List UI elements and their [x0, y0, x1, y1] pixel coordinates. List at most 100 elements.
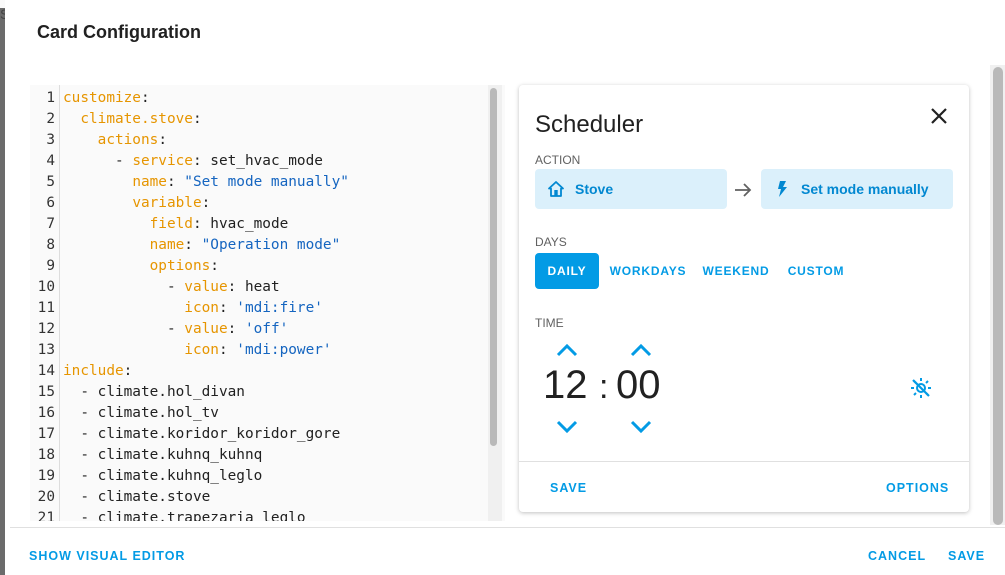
code-text: actions: [97, 132, 167, 148]
save-button[interactable]: SAVE [948, 549, 985, 563]
service-chip-label: Set mode manually [801, 181, 929, 197]
code-line[interactable]: 1 customize: [30, 88, 490, 109]
line-number: 20 [37, 489, 55, 505]
code-text: - climate.koridor_koridor_gore [63, 426, 341, 442]
yaml-key: options [149, 258, 211, 274]
code-line[interactable]: 20 - climate.stove [30, 487, 490, 508]
yaml-value: climate.hol_divan [97, 384, 245, 400]
show-visual-editor-button[interactable]: SHOW VISUAL EDITOR [29, 549, 185, 563]
line-number: 15 [37, 384, 55, 400]
yaml-value: climate.kuhnq_kuhnq [97, 447, 263, 463]
day-option-custom[interactable]: CUSTOM [781, 253, 851, 289]
hour-up-chevron-icon[interactable] [555, 342, 579, 358]
yaml-value: "Set mode manually" [184, 174, 349, 190]
yaml-key: value [184, 321, 228, 337]
code-line[interactable]: 18 - climate.kuhnq_kuhnq [30, 445, 490, 466]
yaml-value: climate.trapezaria_leglo [97, 510, 306, 521]
card-options-button[interactable]: OPTIONS [886, 481, 949, 495]
line-number: 5 [46, 174, 55, 190]
editor-scrollbar-thumb[interactable] [490, 88, 497, 446]
close-button[interactable] [924, 101, 954, 131]
day-option-weekend[interactable]: WEEKEND [699, 253, 773, 289]
dialog-footer-divider [10, 527, 1005, 528]
code-text: field: hvac_mode [149, 216, 289, 232]
cancel-button[interactable]: CANCEL [868, 549, 926, 563]
line-number: 1 [46, 90, 55, 106]
action-section-label: ACTION [535, 153, 581, 167]
code-line[interactable]: 3 actions: [30, 130, 490, 151]
code-line[interactable]: 6 variable: [30, 193, 490, 214]
code-line[interactable]: 2 climate.stove: [30, 109, 490, 130]
code-text: - service: set_hvac_mode [63, 153, 323, 169]
entity-chip-stove[interactable]: Stove [535, 169, 727, 209]
day-option-workdays[interactable]: WORKDAYS [607, 253, 689, 289]
yaml-value: set_hvac_mode [210, 153, 323, 169]
code-line[interactable]: 14 include: [30, 361, 490, 382]
line-number: 3 [46, 132, 55, 148]
days-section-label: DAYS [535, 235, 567, 249]
yaml-key: field [149, 216, 193, 232]
yaml-value: "Operation mode" [201, 237, 341, 253]
code-line[interactable]: 13 icon: 'mdi:power' [30, 340, 490, 361]
line-number: 18 [37, 447, 55, 463]
day-option-daily[interactable]: DAILY [535, 253, 599, 289]
yaml-value: hvac_mode [210, 216, 289, 232]
service-chip-set-mode-manually[interactable]: Set mode manually [761, 169, 953, 209]
code-text: - climate.kuhnq_leglo [63, 468, 263, 484]
code-line[interactable]: 8 name: "Operation mode" [30, 235, 490, 256]
yaml-key: climate.stove [80, 111, 193, 127]
line-number: 7 [46, 216, 55, 232]
code-text: name: "Set mode manually" [132, 174, 349, 190]
minute-down-chevron-icon[interactable] [629, 419, 653, 435]
line-number: 9 [46, 258, 55, 274]
code-text: include: [63, 363, 133, 379]
code-line[interactable]: 7 field: hvac_mode [30, 214, 490, 235]
code-text: - climate.stove [63, 489, 211, 505]
card-save-button[interactable]: SAVE [550, 481, 587, 495]
yaml-key: icon [184, 300, 219, 316]
code-text: - climate.trapezaria_leglo [63, 508, 306, 521]
code-line[interactable]: 11 icon: 'mdi:fire' [30, 298, 490, 319]
entity-chip-label: Stove [575, 181, 614, 197]
yaml-key: actions [97, 132, 159, 148]
code-line[interactable]: 16 - climate.hol_tv [30, 403, 490, 424]
line-number: 19 [37, 468, 55, 484]
line-number: 4 [46, 153, 55, 169]
time-separator: : [599, 368, 609, 406]
code-text: - value: heat [63, 279, 280, 295]
code-line[interactable]: 15 - climate.hol_divan [30, 382, 490, 403]
code-text: variable: [132, 195, 211, 211]
sun-off-icon[interactable] [910, 377, 932, 399]
yaml-key: name [149, 237, 185, 253]
code-text: - climate.kuhnq_kuhnq [63, 447, 263, 463]
hour-down-chevron-icon[interactable] [555, 419, 579, 435]
minute-value[interactable]: 00 [616, 361, 661, 409]
code-line[interactable]: 19 - climate.kuhnq_leglo [30, 466, 490, 487]
yaml-value: climate.stove [97, 489, 211, 505]
home-outline-icon [548, 181, 564, 197]
line-number: 13 [37, 342, 55, 358]
code-line[interactable]: 17 - climate.koridor_koridor_gore [30, 424, 490, 445]
code-line[interactable]: 21 - climate.trapezaria_leglo [30, 508, 490, 521]
code-line[interactable]: 10 - value: heat [30, 277, 490, 298]
hour-value[interactable]: 12 [543, 361, 588, 409]
code-text: climate.stove: [80, 111, 202, 127]
line-number: 16 [37, 405, 55, 421]
yaml-value: 'mdi:fire' [236, 300, 323, 316]
code-line[interactable]: 5 name: "Set mode manually" [30, 172, 490, 193]
code-text: customize: [63, 90, 150, 106]
code-text: - climate.hol_tv [63, 405, 219, 421]
minute-up-chevron-icon[interactable] [629, 342, 653, 358]
line-number: 12 [37, 321, 55, 337]
code-line[interactable]: 9 options: [30, 256, 490, 277]
close-icon [931, 108, 947, 124]
yaml-code-editor[interactable]: 1 customize: 2 climate.stove: 3 actions: 4 -… [30, 85, 505, 521]
code-line[interactable]: 12 - value: 'off' [30, 319, 490, 340]
code-line[interactable]: 4 - service: set_hvac_mode [30, 151, 490, 172]
code-lines[interactable]: 1 customize: 2 climate.stove: 3 actions: 4 -… [30, 88, 490, 521]
card-configuration-dialog: Card Configuration 1 customize: 2 climate.… [5, 0, 1005, 575]
arrow-right-icon [735, 183, 752, 197]
dialog-scrollbar-thumb[interactable] [993, 67, 1003, 525]
yaml-key: service [132, 153, 193, 169]
yaml-value: climate.kuhnq_leglo [97, 468, 263, 484]
